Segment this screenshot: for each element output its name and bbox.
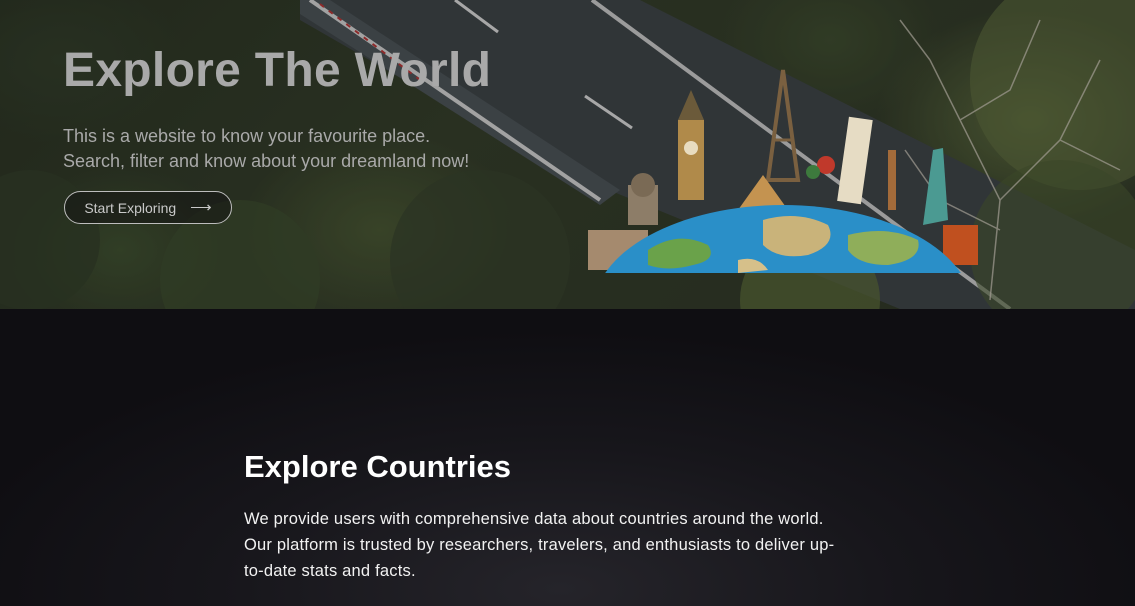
start-exploring-button[interactable]: Start Exploring ⟶ (64, 191, 232, 224)
world-landmarks-image (588, 69, 978, 273)
hero-subtitle: This is a website to know your favourite… (63, 124, 469, 174)
hero-banner: Explore The World This is a website to k… (0, 0, 1135, 309)
hero-subtitle-line-2: Search, filter and know about your dream… (63, 151, 470, 171)
section-title: Explore Countries (244, 449, 511, 484)
start-exploring-label: Start Exploring (84, 199, 177, 216)
arrow-right-icon: ⟶ (190, 199, 212, 216)
hero-title: Explore The World (63, 44, 492, 97)
section-description: We provide users with comprehensive data… (244, 510, 835, 580)
explore-countries-section: Explore Countries We provide users with … (0, 309, 1135, 606)
hero-subtitle-line-1: This is a website to know your favourite… (63, 126, 431, 146)
